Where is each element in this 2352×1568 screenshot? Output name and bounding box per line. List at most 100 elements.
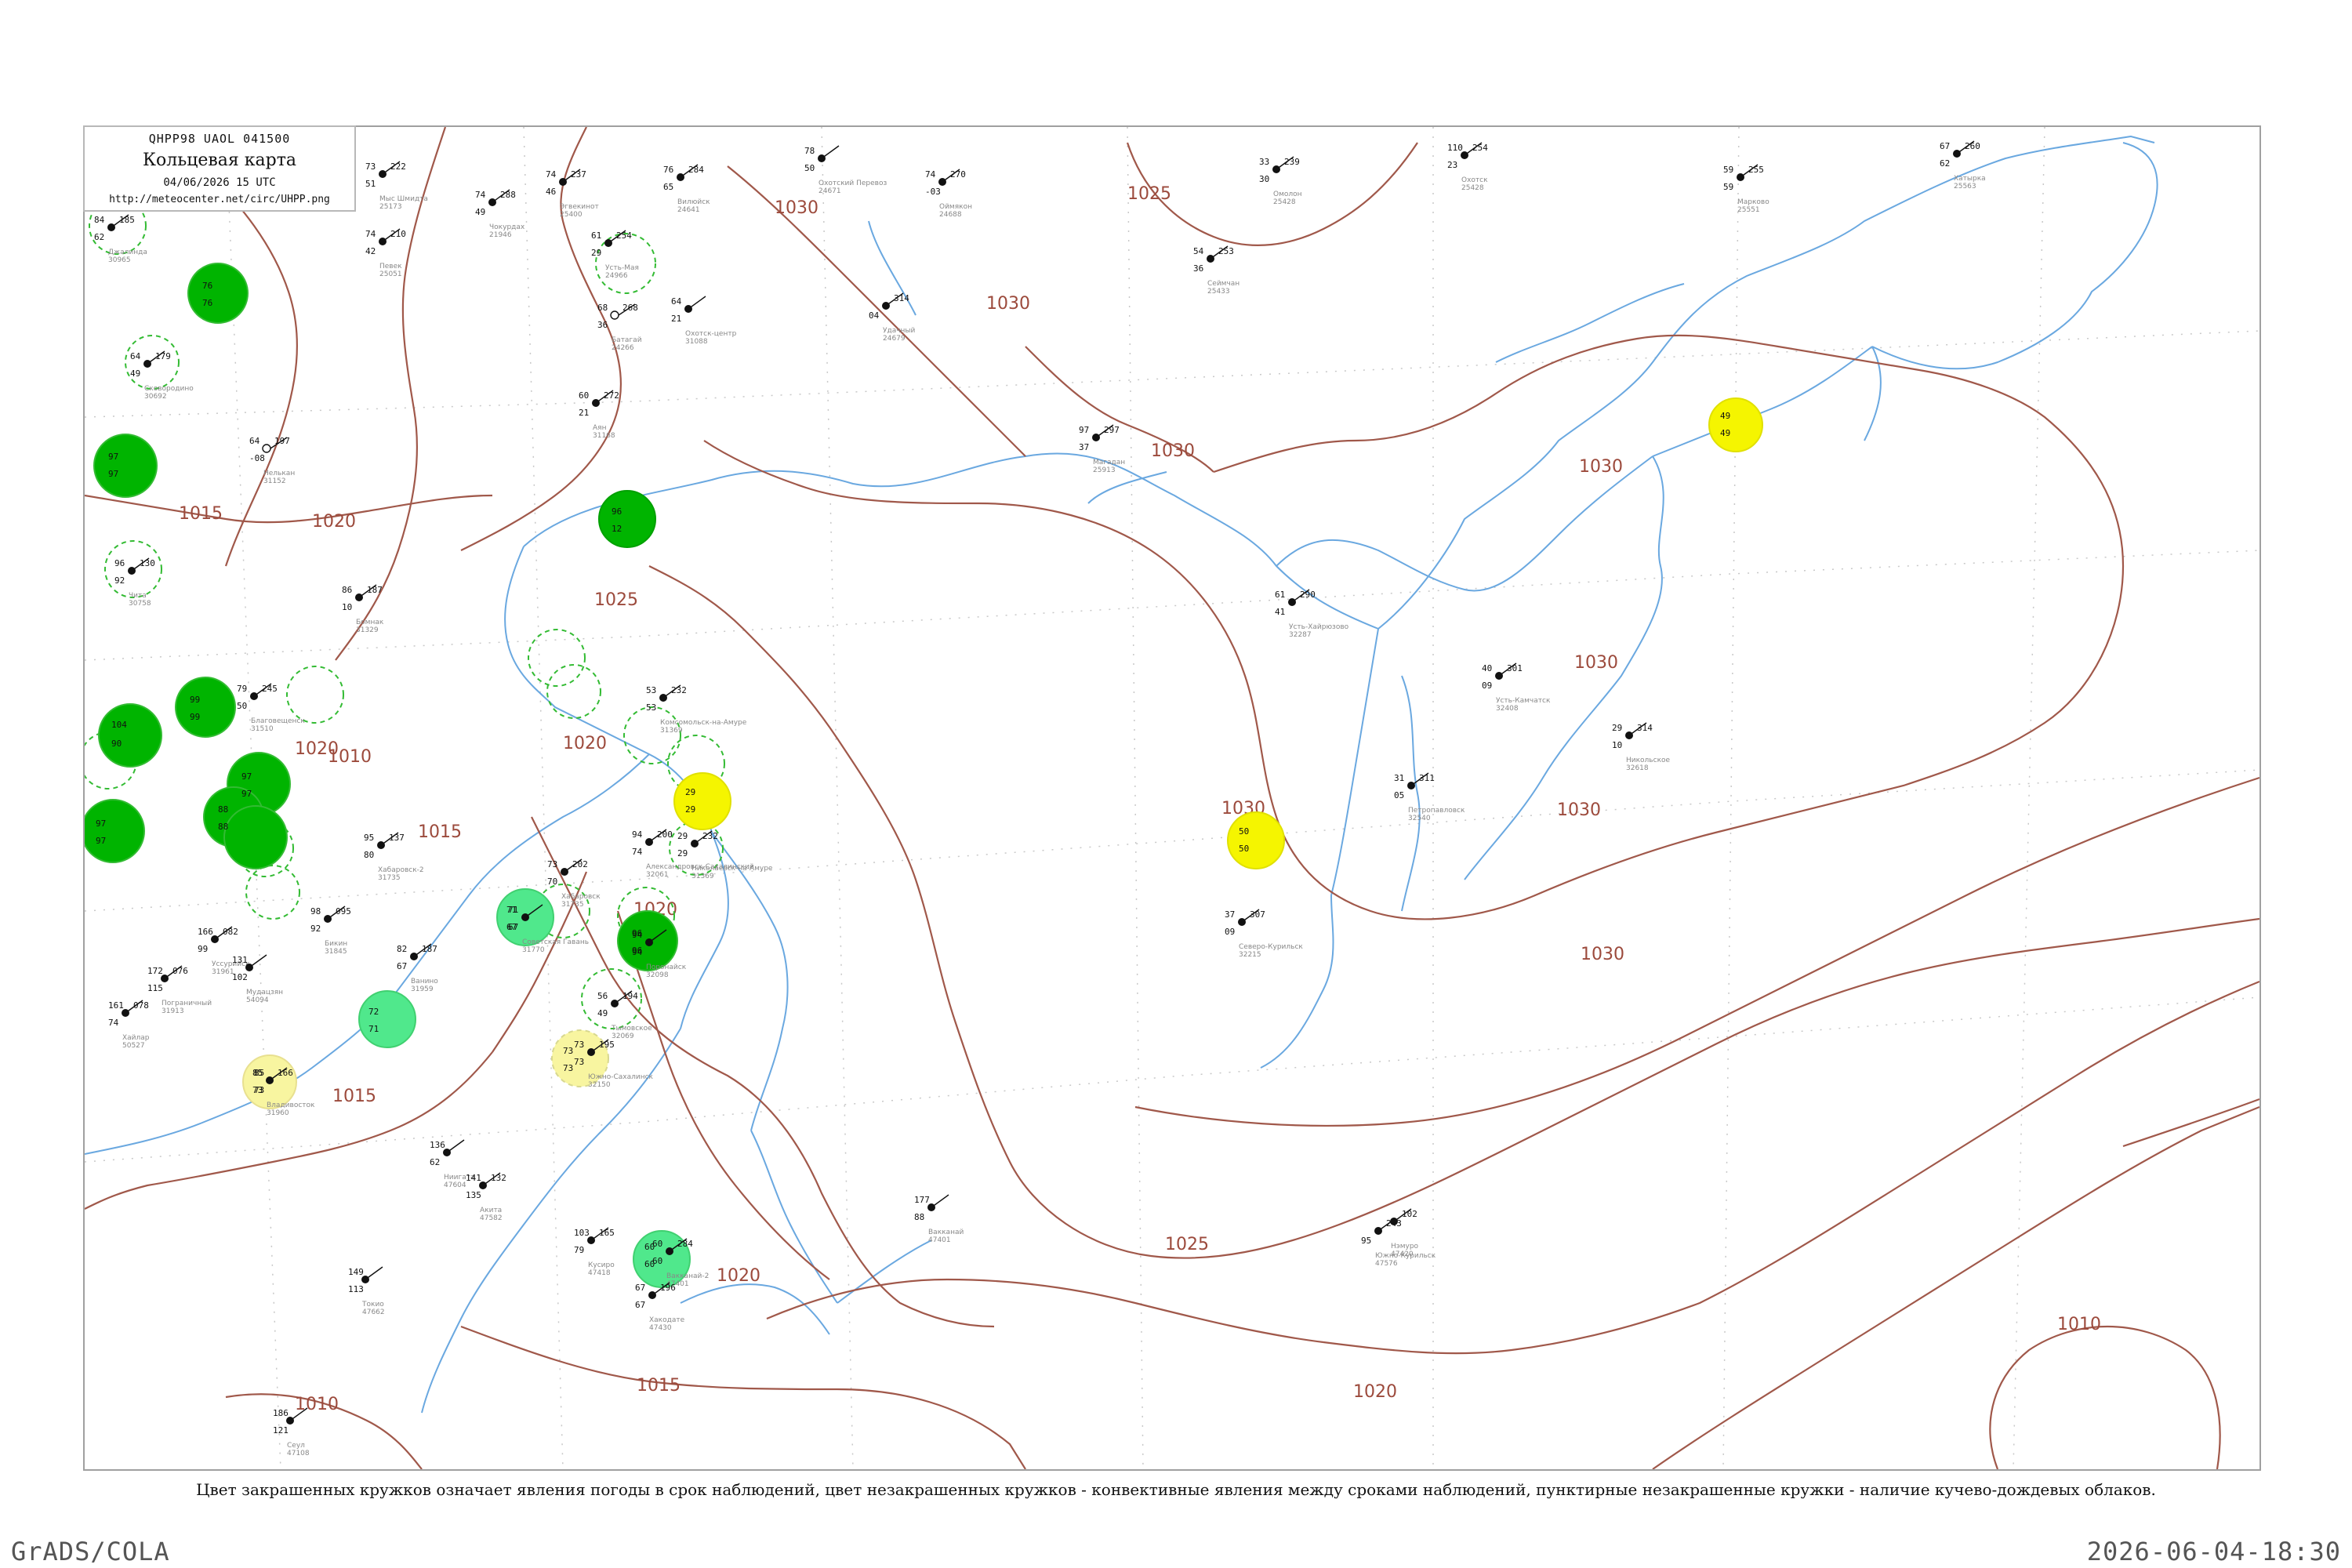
- svg-text:Хакодате: Хакодате: [649, 1316, 685, 1324]
- svg-text:115: 115: [147, 983, 163, 993]
- svg-text:80: 80: [364, 850, 374, 860]
- svg-text:23: 23: [1447, 160, 1457, 170]
- svg-text:92: 92: [310, 924, 321, 934]
- svg-text:78: 78: [804, 146, 815, 156]
- coastlines: [85, 135, 2158, 1414]
- svg-text:74: 74: [546, 169, 557, 180]
- svg-text:121: 121: [273, 1425, 289, 1436]
- svg-text:31735: 31735: [378, 874, 401, 882]
- weather-circles: [85, 263, 1763, 1288]
- svg-text:082: 082: [223, 927, 238, 937]
- svg-text:Усть-Хайрюзово: Усть-Хайрюзово: [1289, 623, 1349, 631]
- svg-text:185: 185: [119, 215, 135, 225]
- svg-text:73: 73: [547, 859, 557, 869]
- svg-text:165: 165: [599, 1228, 615, 1238]
- svg-text:Омолон: Омолон: [1273, 191, 1302, 198]
- svg-text:Хатырка: Хатырка: [1954, 175, 1986, 183]
- svg-text:Вилюйск: Вилюйск: [677, 198, 710, 206]
- svg-text:254: 254: [616, 230, 632, 241]
- svg-text:Охотский Перевоз: Охотский Перевоз: [818, 180, 887, 187]
- svg-text:Сковородино: Сковородино: [144, 385, 194, 393]
- svg-text:-08: -08: [249, 453, 265, 463]
- svg-text:Батагай: Батагай: [612, 336, 642, 344]
- svg-text:88: 88: [218, 822, 228, 832]
- svg-text:Владивосток: Владивосток: [267, 1102, 315, 1109]
- svg-text:50: 50: [1239, 826, 1249, 837]
- svg-text:132: 132: [491, 1173, 506, 1183]
- svg-text:73: 73: [563, 1063, 573, 1073]
- svg-text:Петропавловск: Петропавловск: [1408, 807, 1465, 815]
- svg-text:Чита: Чита: [129, 592, 147, 600]
- svg-text:31369: 31369: [660, 727, 683, 735]
- svg-text:50: 50: [804, 163, 815, 173]
- svg-text:88: 88: [218, 804, 228, 815]
- svg-text:254: 254: [1472, 143, 1488, 153]
- svg-text:47662: 47662: [362, 1308, 385, 1316]
- station-plot: 110 254 23 Охотск 25428: [1447, 142, 1488, 192]
- svg-text:95: 95: [364, 833, 374, 843]
- svg-text:94: 94: [632, 829, 643, 840]
- isobar-label: 1020: [717, 1266, 760, 1286]
- svg-text:260: 260: [1965, 141, 1980, 151]
- isobar-label: 1010: [328, 747, 372, 767]
- svg-text:53: 53: [646, 702, 656, 713]
- svg-text:21946: 21946: [489, 231, 512, 239]
- station-plot: 177 88 Вакканай 47401: [914, 1194, 964, 1244]
- station-plot: 149 113 Токио 47662: [348, 1266, 385, 1316]
- svg-text:113: 113: [348, 1284, 364, 1294]
- svg-text:50: 50: [1239, 844, 1249, 854]
- svg-text:97: 97: [241, 771, 252, 782]
- station-plot: 314 04 Удачный 24679: [869, 292, 916, 343]
- svg-text:31152: 31152: [263, 477, 286, 485]
- station-plot: 74 210 42 Певек 25051: [365, 228, 406, 278]
- svg-text:Усть-Мая: Усть-Мая: [605, 264, 639, 272]
- svg-text:29: 29: [677, 831, 688, 841]
- svg-text:96: 96: [114, 558, 125, 568]
- svg-text:195: 195: [599, 1040, 615, 1050]
- svg-text:Сеул: Сеул: [287, 1442, 305, 1450]
- svg-text:102: 102: [232, 972, 248, 982]
- svg-text:Нэмуро: Нэмуро: [1391, 1243, 1419, 1250]
- isobar-label: 1030: [1557, 800, 1601, 820]
- svg-text:97: 97: [241, 789, 252, 799]
- svg-text:47604: 47604: [444, 1181, 466, 1189]
- isobar-label: 1015: [637, 1376, 681, 1396]
- svg-text:32150: 32150: [588, 1081, 611, 1089]
- svg-text:179: 179: [155, 351, 171, 361]
- isobars: [85, 127, 2259, 1469]
- svg-text:47108: 47108: [287, 1450, 310, 1457]
- circle-dark-green: [175, 677, 236, 738]
- svg-text:37: 37: [1225, 909, 1235, 920]
- svg-text:67: 67: [506, 922, 517, 932]
- svg-text:31735: 31735: [561, 901, 584, 909]
- svg-text:99: 99: [190, 712, 200, 722]
- svg-text:25173: 25173: [379, 203, 402, 211]
- svg-text:62: 62: [430, 1157, 440, 1167]
- svg-text:50: 50: [237, 701, 247, 711]
- station-plot: 74 270 -03 Оймякон 24688: [925, 169, 972, 219]
- svg-text:99: 99: [198, 944, 208, 954]
- svg-text:61: 61: [591, 230, 601, 241]
- svg-text:47576: 47576: [1375, 1260, 1398, 1268]
- svg-text:68: 68: [597, 303, 608, 313]
- software-credit: GrADS/COLA: [11, 1537, 170, 1566]
- svg-text:51: 51: [365, 179, 376, 189]
- map-url[interactable]: http://meteocenter.net/circ/UHPP.png: [85, 194, 354, 205]
- isobar-label: 1030: [775, 198, 818, 218]
- circle-dark-green: [187, 263, 249, 324]
- svg-text:Ванино: Ванино: [411, 978, 438, 985]
- svg-text:103: 103: [574, 1228, 590, 1238]
- isobar-label: 1030: [1581, 945, 1624, 964]
- svg-text:141: 141: [466, 1173, 481, 1183]
- map-datetime: 04/06/2026 15 UTC: [163, 176, 276, 189]
- svg-text:76: 76: [202, 281, 212, 291]
- svg-text:67: 67: [1940, 141, 1950, 151]
- isobar-label: 1030: [1151, 441, 1195, 461]
- svg-text:56: 56: [597, 991, 608, 1001]
- svg-text:-03: -03: [925, 187, 941, 197]
- svg-text:187: 187: [422, 944, 437, 954]
- svg-text:59: 59: [1723, 182, 1733, 192]
- svg-text:47420: 47420: [1391, 1250, 1414, 1258]
- svg-text:62: 62: [1940, 158, 1950, 169]
- map-title: Кольцевая карта: [142, 151, 296, 170]
